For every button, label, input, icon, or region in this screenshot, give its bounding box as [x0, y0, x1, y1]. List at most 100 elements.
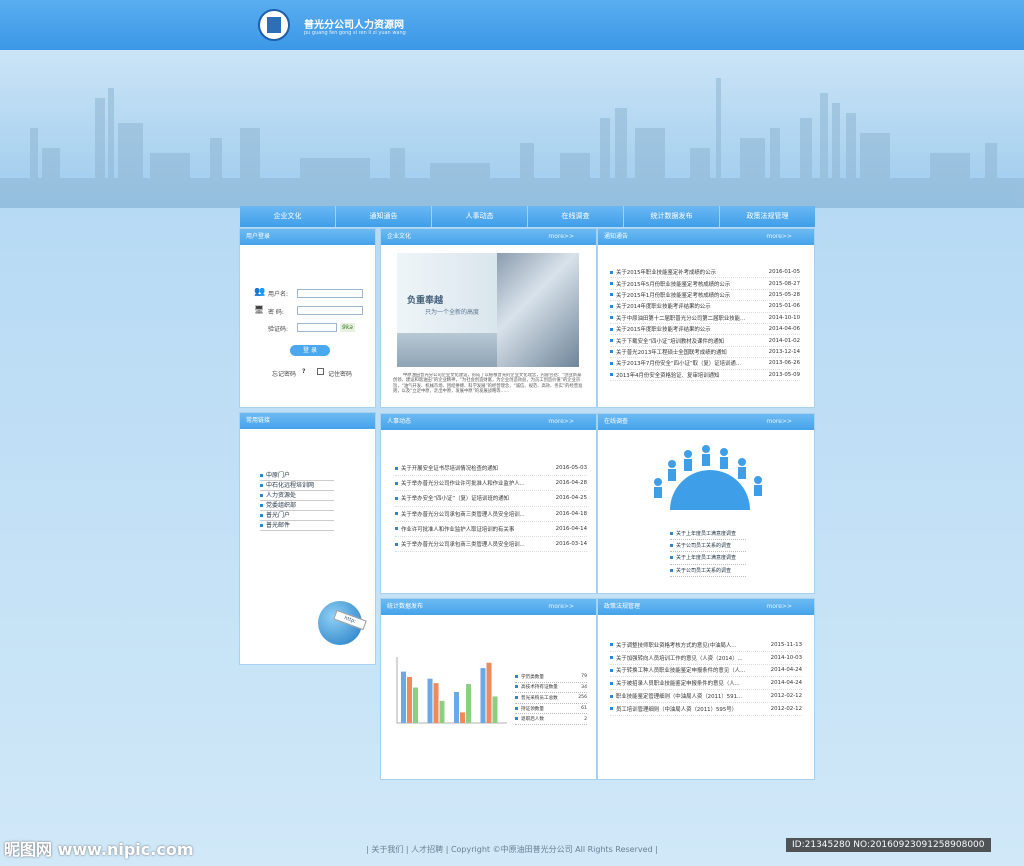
link-label[interactable]: 普光邮件	[266, 522, 290, 529]
list-item[interactable]: 职业技能鉴定管理细则（中油局人资（2011）591... 2012-02-12	[610, 690, 802, 703]
forgot-password-link[interactable]: 忘记密码	[272, 369, 296, 378]
item-title[interactable]: 2013年4月份安全资格验证、复审培训通知	[616, 371, 719, 379]
item-title[interactable]: 关于2015年1月份职业技能鉴定考核成绩的公示	[616, 291, 730, 299]
item-title[interactable]: 关于2013年7月份安全“四小证”取（复）证培训通...	[616, 359, 741, 367]
list-item[interactable]: 关于开展安全证书尽培训情况检查的通知 2016-05-03	[395, 461, 587, 477]
list-item[interactable]: 关于举办安全“四小证”（复）证培训班的通知 2016-04-25	[395, 491, 587, 507]
list-item[interactable]: 2013年4月份安全资格验证、复审培训通知 2013-05-09	[610, 370, 800, 381]
link-item[interactable]: 党委组织部	[260, 501, 334, 511]
link-item[interactable]: 人力资源处	[260, 491, 334, 501]
list-item[interactable]: 关于2015年职业技能鉴定补考成绩的公示 2016-01-05	[610, 267, 800, 279]
list-item[interactable]: 关于加强转向人员培训工作的意见（人资（2014）... 2014-10-03	[610, 652, 802, 665]
nav-stats[interactable]: 统计数据发布	[624, 206, 720, 227]
survey-item-label[interactable]: 关于上年度员工满意度调查	[676, 531, 736, 537]
link-label[interactable]: 普光门户	[266, 512, 290, 519]
stats-item[interactable]: 持证领数量 61	[515, 704, 587, 715]
item-title[interactable]: 关于被招录人员职业技能鉴定申报条件的意见（人...	[616, 679, 740, 687]
survey-item[interactable]: 关于上年度员工满意度调查	[670, 552, 746, 565]
list-item[interactable]: 关于转换工种人员职业技能鉴定申报条件的意见（人... 2014-04-24	[610, 665, 802, 678]
item-title[interactable]: 关于2014年度职业技能考评结果的公示	[616, 302, 711, 310]
nav-survey[interactable]: 在线调查	[528, 206, 624, 227]
list-item[interactable]: 关于2015年5月份职业技能鉴定考核成绩的公示 2015-08-27	[610, 278, 800, 290]
list-item[interactable]: 关于被招录人员职业技能鉴定申报条件的意见（人... 2014-04-24	[610, 677, 802, 691]
item-title[interactable]: 关于中原油田第十二届职普光分公司第二届职业技能...	[616, 314, 745, 322]
item-title[interactable]: 关于2015年度职业技能考评结果的公示	[616, 325, 711, 333]
item-title[interactable]: 员工培训管理细则（中油局人资（2011）595号）	[616, 705, 737, 713]
survey-item-label[interactable]: 关于上年度员工满意度调查	[676, 555, 736, 561]
list-item[interactable]: 关于举办普光分公司承包商三类管理人员安全培训... 2016-04-18	[395, 507, 587, 522]
password-input[interactable]	[297, 306, 363, 315]
nav-hr-news[interactable]: 人事动态	[432, 206, 528, 227]
list-item[interactable]: 关于调整技师职业资格考核方式的意见(中油局人... 2015-11-13	[610, 639, 802, 652]
item-title[interactable]: 关于开展安全证书尽培训情况检查的通知	[401, 464, 498, 472]
culture-more-link[interactable]: more>>	[548, 229, 574, 245]
survey-item-label[interactable]: 关于公司员工关系的调查	[676, 543, 731, 549]
list-item[interactable]: 关于举办普光分公司承包商三类管理人员安全培训... 2016-03-14	[395, 537, 587, 553]
survey-item[interactable]: 关于公司员工关系的调查	[670, 565, 746, 577]
item-date: 2012-02-12	[770, 705, 802, 712]
culture-image[interactable]: 负重奉越 只为一个全新的高度	[397, 253, 579, 367]
link-label[interactable]: 中原门户	[266, 472, 290, 479]
link-item[interactable]: 中原门户	[260, 471, 334, 481]
item-title[interactable]: 关于2015年5月份职业技能鉴定考核成绩的公示	[616, 280, 730, 288]
item-title[interactable]: 关于举办普光分公司作业许可批准人和作业监护人...	[401, 479, 525, 487]
link-label[interactable]: 中石化远程培训网	[266, 482, 314, 489]
stats-item[interactable]: 普光采购员工总数 256	[515, 693, 587, 704]
remember-checkbox[interactable]	[317, 368, 324, 375]
list-item[interactable]: 员工培训管理细则（中油局人资（2011）595号） 2012-02-12	[610, 703, 802, 716]
links-list: 中原门户中石化远程培训网 人力资源处党委组织部普光门户普光邮件	[260, 471, 334, 531]
captcha-input[interactable]	[297, 323, 337, 332]
item-title[interactable]: 关于调整技师职业资格考核方式的意见(中油局人...	[616, 641, 736, 649]
item-date: 2015-05-28	[768, 291, 800, 298]
link-label[interactable]: 党委组织部	[266, 502, 296, 509]
notices-more-link[interactable]: more>>	[766, 229, 792, 245]
bullet-icon	[395, 481, 398, 485]
bullet-icon	[395, 512, 398, 516]
username-input[interactable]	[297, 289, 363, 298]
item-title[interactable]: 关于举办普光分公司承包商三类管理人员安全培训...	[401, 510, 525, 518]
list-item[interactable]: 关于2015年1月份职业技能鉴定考核成绩的公示 2015-05-28	[610, 290, 800, 302]
link-label[interactable]: 人力资源处	[266, 492, 296, 499]
company-logo[interactable]	[258, 9, 290, 41]
stats-item[interactable]: 高技术持有证数量 34	[515, 683, 587, 694]
item-title[interactable]: 关于下载安全“四小证”培训教材及课件的通知	[616, 337, 724, 345]
item-title[interactable]: 关于转换工种人员职业技能鉴定申报条件的意见（人...	[616, 666, 745, 674]
policy-more-link[interactable]: more>>	[766, 599, 792, 615]
stats-more-link[interactable]: more>>	[548, 599, 574, 615]
nav-culture[interactable]: 企业文化	[240, 206, 336, 227]
item-title[interactable]: 关于举办普光分公司承包商三类管理人员安全培训...	[401, 540, 525, 548]
item-title[interactable]: 关于普光2013年工程硕士全国联考成绩的通知	[616, 348, 727, 356]
stats-item[interactable]: 退职后人数 2	[515, 714, 587, 725]
list-item[interactable]: 关于普光2013年工程硕士全国联考成绩的通知 2013-12-14	[610, 347, 800, 359]
item-title[interactable]: 关于加强转向人员培训工作的意见（人资（2014）...	[616, 654, 743, 662]
list-item[interactable]: 关于中原油田第十二届职普光分公司第二届职业技能... 2014-10-10	[610, 313, 800, 324]
list-item[interactable]: 关于举办普光分公司作业许可批准人和作业监护人... 2016-04-28	[395, 476, 587, 492]
item-title[interactable]: 关于举办安全“四小证”（复）证培训班的通知	[401, 494, 509, 502]
bullet-icon	[610, 316, 613, 320]
item-title[interactable]: 关于2015年职业技能鉴定补考成绩的公示	[616, 268, 716, 276]
list-item[interactable]: 关于下载安全“四小证”培训教材及课件的通知 2014-01-02	[610, 335, 800, 347]
link-item[interactable]: 普光门户	[260, 511, 334, 521]
captcha-image[interactable]: 9ka	[340, 323, 355, 332]
list-item[interactable]: 关于2014年度职业技能考评结果的公示 2015-01-06	[610, 301, 800, 313]
list-item[interactable]: 关于2013年7月份安全“四小证”取（复）证培训通... 2013-06-26	[610, 358, 800, 370]
survey-item-label[interactable]: 关于公司员工关系的调查	[676, 568, 731, 574]
nav-policy[interactable]: 政策法规管理	[720, 206, 815, 227]
list-item[interactable]: 关于2015年度职业技能考评结果的公示 2014-04-06	[610, 324, 800, 336]
bullet-icon	[610, 270, 613, 274]
list-item[interactable]: 作业许可批准人和作业监护人取证培训的有关事 2016-04-14	[395, 522, 587, 537]
survey-item[interactable]: 关于上年度员工满意度调查	[670, 528, 746, 541]
link-item[interactable]: 普光邮件	[260, 521, 334, 531]
stats-item[interactable]: 学历类数量 79	[515, 672, 587, 683]
survey-more-link[interactable]: more>>	[766, 414, 792, 430]
hr-news-more-link[interactable]: more>>	[548, 414, 574, 430]
bullet-icon	[610, 707, 613, 711]
item-title[interactable]: 职业技能鉴定管理细则（中油局人资（2011）591...	[616, 692, 742, 700]
help-icon: ?	[302, 368, 306, 375]
link-item[interactable]: 中石化远程培训网	[260, 481, 334, 491]
item-title[interactable]: 作业许可批准人和作业监护人取证培训的有关事	[401, 525, 514, 533]
bullet-icon	[670, 544, 673, 548]
login-button[interactable]: 登 录	[290, 345, 330, 356]
survey-item[interactable]: 关于公司员工关系的调查	[670, 540, 746, 553]
nav-notices[interactable]: 通知通告	[336, 206, 432, 227]
